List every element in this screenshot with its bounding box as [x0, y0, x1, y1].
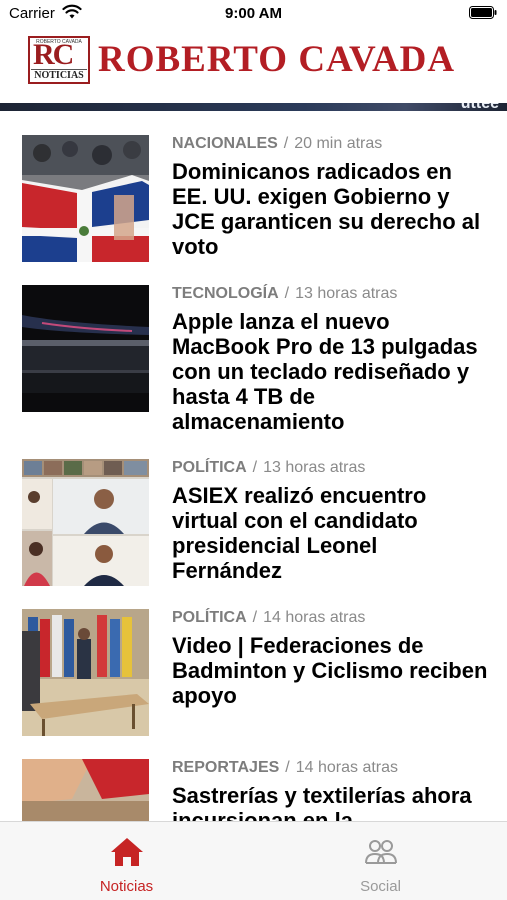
- brand-logo[interactable]: ROBERTO CAVADA RC NOTICIAS: [28, 36, 90, 84]
- news-time: 14 horas atras: [295, 759, 399, 776]
- news-time: 20 min atras: [294, 135, 383, 152]
- news-category[interactable]: TECNOLOGÍA: [172, 285, 279, 302]
- news-title[interactable]: ASIEX realizó encuentro virtual con el c…: [172, 483, 492, 583]
- logo-letters: RC: [33, 38, 74, 71]
- status-bar: Carrier 9:00 AM: [0, 0, 507, 28]
- news-title[interactable]: Sastrerías y textilerías ahora incursion…: [172, 783, 492, 821]
- news-title[interactable]: Video | Federaciones de Badminton y Cicl…: [172, 633, 492, 708]
- brand-name: ROBERTO CAVADA: [98, 39, 456, 80]
- logo-subtitle: NOTICIAS: [31, 69, 87, 81]
- app-header: ROBERTO CAVADA RC NOTICIAS ROBERTO CAVAD…: [0, 28, 507, 103]
- news-feed[interactable]: NACIONALES/20 min atras Dominicanos radi…: [0, 111, 507, 821]
- news-item[interactable]: POLÍTICA/14 horas atras Video | Federaci…: [0, 609, 507, 739]
- bottom-tab-bar: Noticias Social: [0, 821, 507, 900]
- ad-banner-strip[interactable]: uttee: [0, 103, 507, 111]
- news-item[interactable]: POLÍTICA/13 horas atras ASIEX realizó en…: [0, 459, 507, 589]
- home-icon: [110, 838, 143, 866]
- news-meta: REPORTAJES/14 horas atras: [172, 759, 399, 776]
- news-time: 14 horas atras: [263, 609, 366, 626]
- news-meta: TECNOLOGÍA/13 horas atras: [172, 285, 398, 302]
- tab-social[interactable]: Social: [254, 822, 507, 900]
- news-item[interactable]: TECNOLOGÍA/13 horas atras Apple lanza el…: [0, 285, 507, 435]
- news-thumbnail-federations[interactable]: [22, 609, 149, 736]
- news-time: 13 horas atras: [263, 459, 366, 476]
- news-thumbnail-tailoring[interactable]: [22, 759, 149, 821]
- tab-noticias[interactable]: Noticias: [0, 822, 253, 900]
- tab-label-social: Social: [360, 878, 401, 895]
- news-category[interactable]: POLÍTICA: [172, 609, 247, 626]
- news-category[interactable]: NACIONALES: [172, 135, 278, 152]
- news-meta: POLÍTICA/13 horas atras: [172, 459, 366, 476]
- news-thumbnail-flag[interactable]: [22, 135, 149, 262]
- news-item[interactable]: REPORTAJES/14 horas atras Sastrerías y t…: [0, 759, 507, 821]
- news-meta: POLÍTICA/14 horas atras: [172, 609, 366, 626]
- battery-icon: [469, 6, 497, 19]
- news-thumbnail-macbook[interactable]: [22, 285, 149, 412]
- news-category[interactable]: REPORTAJES: [172, 759, 279, 776]
- clock-time: 9:00 AM: [225, 5, 282, 22]
- news-item[interactable]: NACIONALES/20 min atras Dominicanos radi…: [0, 135, 507, 265]
- news-thumbnail-videocall[interactable]: [22, 459, 149, 586]
- news-category[interactable]: POLÍTICA: [172, 459, 247, 476]
- news-meta: NACIONALES/20 min atras: [172, 135, 383, 152]
- news-time: 13 horas atras: [295, 285, 398, 302]
- people-icon: [364, 840, 397, 864]
- tab-label-noticias: Noticias: [99, 878, 154, 895]
- news-title[interactable]: Dominicanos radicados en EE. UU. exigen …: [172, 159, 492, 259]
- news-title[interactable]: Apple lanza el nuevo MacBook Pro de 13 p…: [172, 309, 492, 434]
- banner-text: uttee: [461, 103, 499, 111]
